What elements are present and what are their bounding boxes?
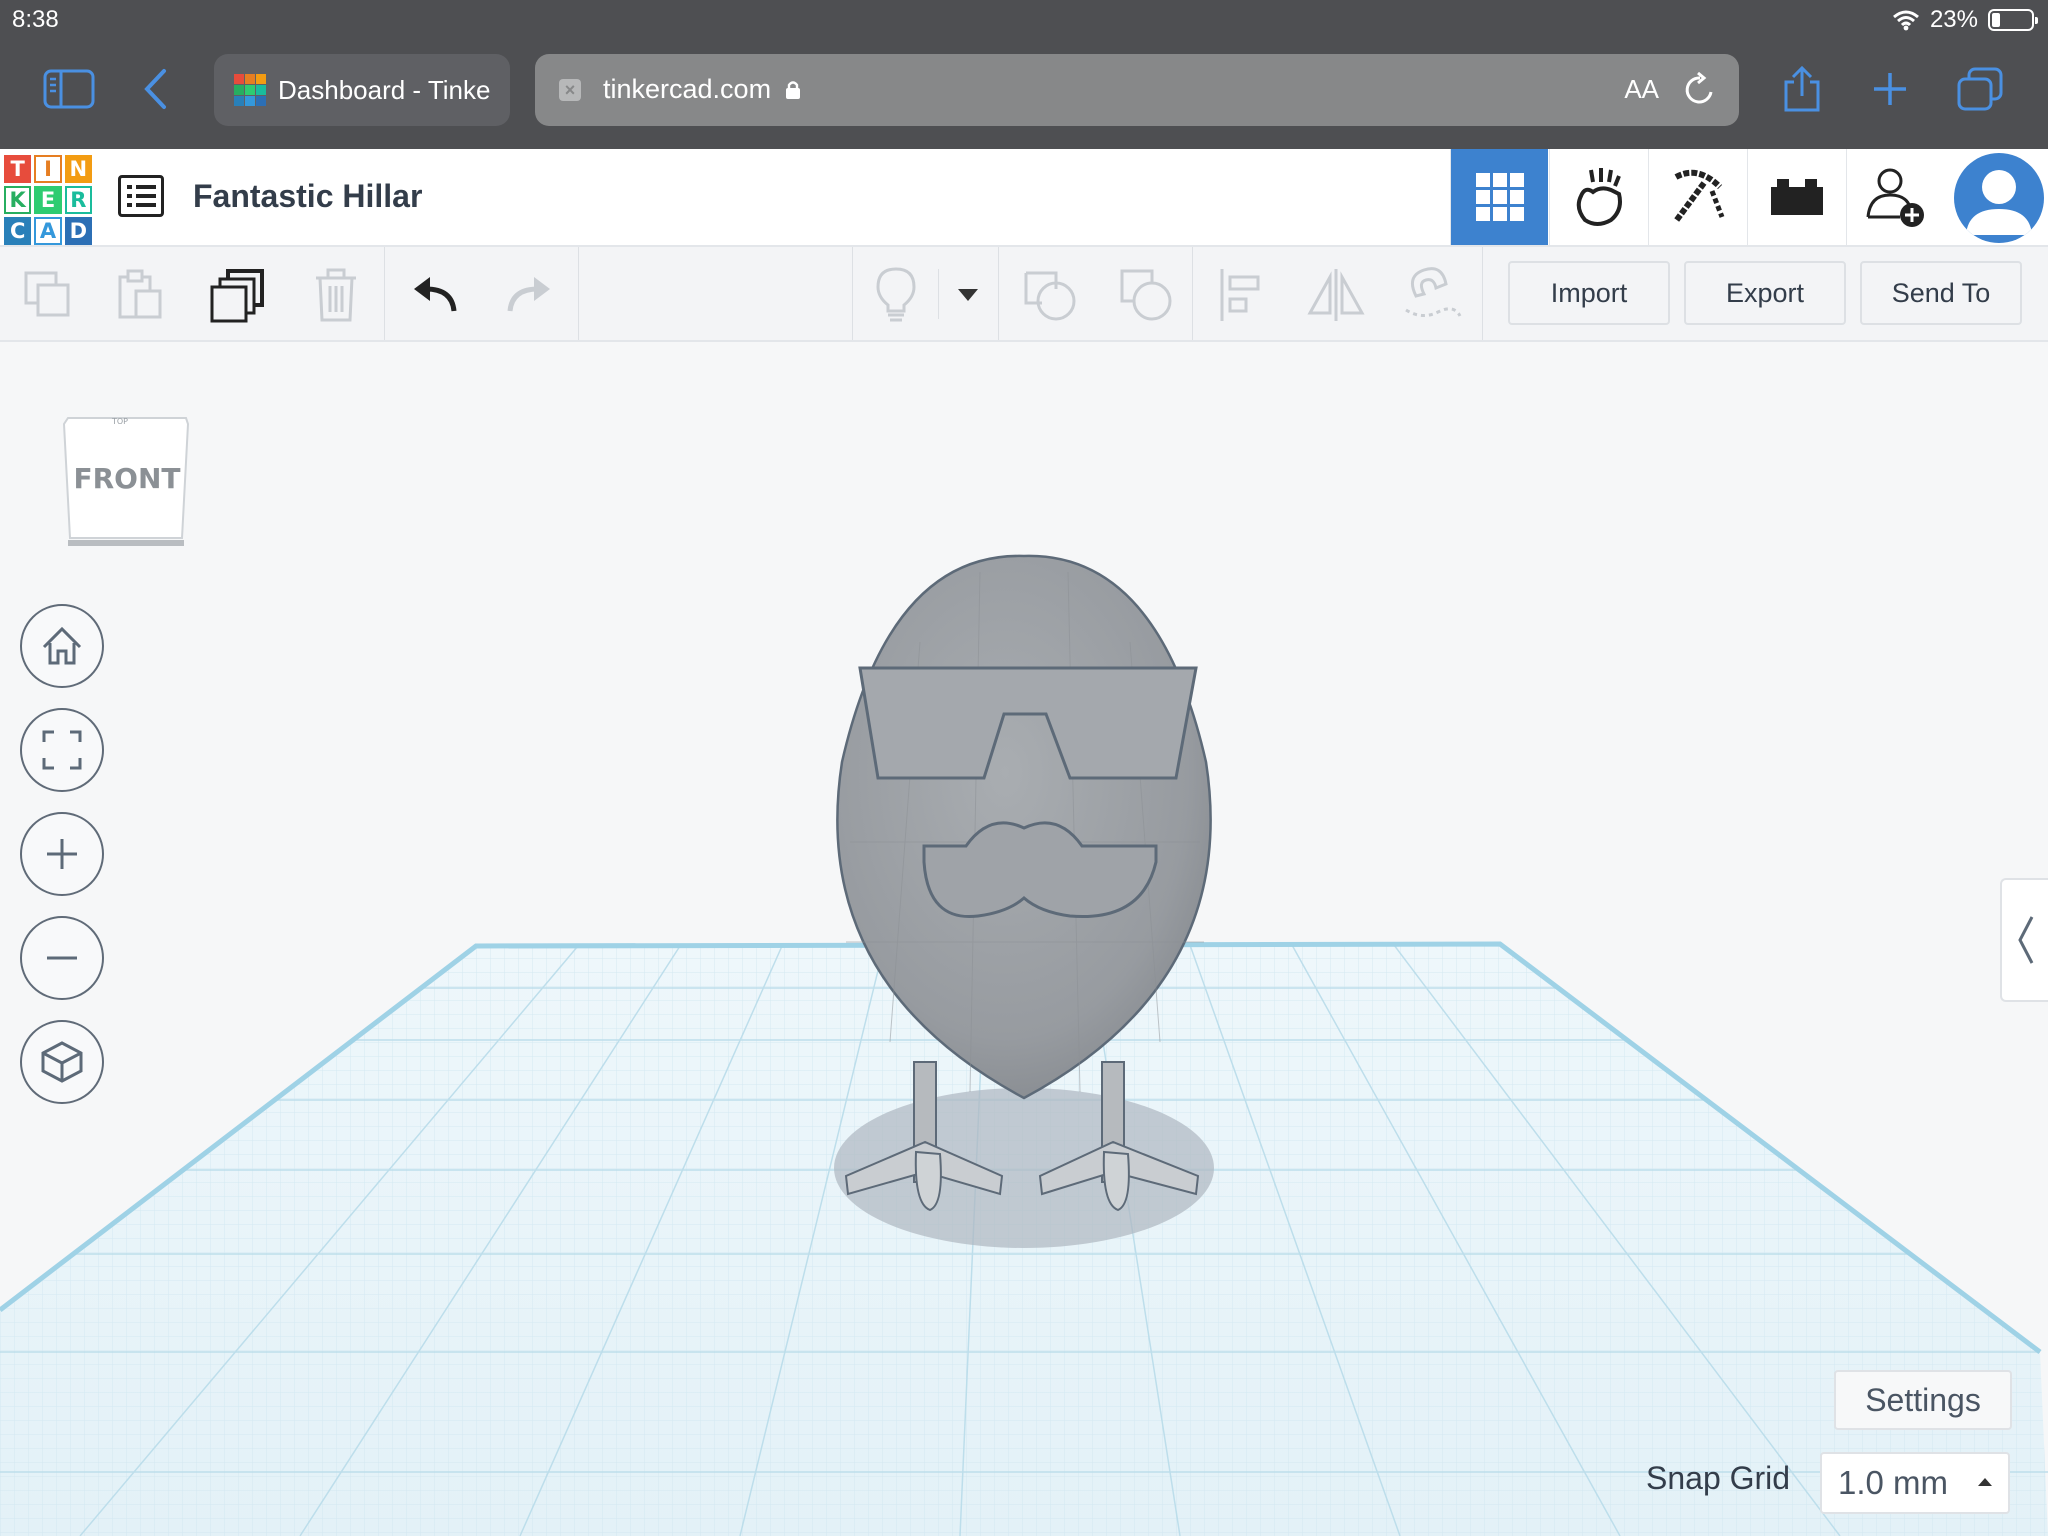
user-avatar-icon[interactable]	[1954, 153, 2044, 243]
lock-icon	[785, 81, 800, 99]
snap-grid-select[interactable]: 1.0 mm	[1820, 1452, 2010, 1514]
duplicate-icon[interactable]	[208, 265, 268, 325]
notes-dropdown-caret-icon[interactable]	[938, 265, 998, 325]
send-to-button[interactable]: Send To	[1860, 261, 2022, 325]
battery-icon	[1988, 9, 2038, 31]
zoom-out-button[interactable]	[20, 916, 104, 1000]
3d-design-grid-icon[interactable]	[1450, 149, 1548, 245]
workplane-scene	[0, 554, 2048, 1536]
snap-grid-value: 1.0 mm	[1838, 1464, 1949, 1501]
zoom-in-button[interactable]	[20, 812, 104, 896]
tinkercad-logo[interactable]: T I N K E R C A D	[4, 155, 92, 245]
app-header: T I N K E R C A D Fantastic Hillar	[0, 149, 2048, 247]
copy-icon[interactable]	[18, 265, 78, 325]
home-icon	[42, 626, 82, 665]
view-cube[interactable]: TOP FRONT	[62, 410, 192, 546]
home-view-button[interactable]	[20, 604, 104, 688]
logo-letter: T	[4, 155, 32, 183]
lego-brick-icon[interactable]	[1747, 149, 1845, 245]
collapse-panel-handle[interactable]	[2000, 878, 2048, 1002]
share-icon[interactable]	[1780, 66, 1824, 112]
status-time: 8:38	[12, 6, 59, 33]
settings-button[interactable]: Settings	[1834, 1370, 2012, 1430]
notes-lightbulb-icon[interactable]	[866, 265, 926, 325]
perspective-toggle-button[interactable]	[20, 1020, 104, 1104]
logo-letter: C	[4, 217, 32, 245]
logo-letter: K	[4, 186, 32, 214]
paste-icon[interactable]	[110, 265, 170, 325]
status-indicators: 23%	[1892, 6, 2038, 34]
snap-grid-label: Snap Grid	[1646, 1460, 1791, 1496]
logo-letter: E	[34, 186, 62, 214]
logo-letter: D	[64, 217, 92, 245]
align-icon[interactable]	[1212, 265, 1272, 325]
mirror-icon[interactable]	[1306, 265, 1366, 325]
minus-icon	[47, 956, 77, 960]
reload-icon[interactable]	[1683, 71, 1717, 115]
battery-percent: 23%	[1929, 6, 1978, 33]
trash-icon[interactable]	[306, 265, 366, 325]
project-title[interactable]: Fantastic Hillar	[193, 178, 422, 215]
logo-letter: N	[64, 155, 92, 183]
text-size-button[interactable]: AA	[1624, 74, 1659, 105]
close-tab-icon[interactable]: ×	[559, 79, 581, 101]
chevron-left-icon	[2018, 916, 2034, 964]
edit-toolbar: Import Export Send To	[0, 247, 2048, 342]
undo-icon[interactable]	[404, 265, 464, 325]
codeblocks-hand-icon[interactable]	[1549, 149, 1647, 245]
wifi-icon	[1892, 10, 1919, 31]
tab-title: Dashboard - Tinke	[278, 74, 491, 105]
design-list-icon[interactable]	[118, 175, 164, 217]
tabs-overview-icon[interactable]	[1956, 66, 2004, 112]
url-text: tinkercad.com	[603, 74, 801, 105]
back-chevron-icon[interactable]	[138, 66, 172, 112]
view-cube-face-label: FRONT	[73, 462, 181, 495]
caret-up-icon	[1978, 1478, 1992, 1486]
tinkercad-favicon-icon	[234, 74, 266, 106]
fit-view-button[interactable]	[20, 708, 104, 792]
redo-icon[interactable]	[500, 265, 560, 325]
workplane-viewport[interactable]: TOP FRONT Settings Snap Grid 1.0 mm	[0, 342, 2048, 1536]
logo-letter: R	[64, 186, 92, 214]
fit-all-icon	[42, 730, 82, 770]
svg-text:TOP: TOP	[111, 417, 128, 426]
address-bar[interactable]: × tinkercad.com AA	[535, 54, 1739, 126]
group-icon[interactable]	[1020, 265, 1080, 325]
new-tab-plus-icon[interactable]	[1870, 66, 1910, 112]
ungroup-icon[interactable]	[1116, 265, 1176, 325]
browser-tab[interactable]: Dashboard - Tinke	[214, 54, 510, 126]
plus-icon	[47, 839, 77, 869]
export-button[interactable]: Export	[1684, 261, 1846, 325]
sidebar-toggle-icon[interactable]	[42, 66, 96, 112]
minecraft-pickaxe-icon[interactable]	[1648, 149, 1746, 245]
safari-chrome: 8:38 23% Dashboard - Tinke × tinkercad.c…	[0, 0, 2048, 149]
import-button[interactable]: Import	[1508, 261, 1670, 325]
invite-user-icon[interactable]	[1846, 149, 1944, 245]
logo-letter: A	[34, 217, 62, 245]
cube-perspective-icon	[41, 1041, 83, 1083]
cruise-magnet-icon[interactable]	[1402, 265, 1462, 325]
logo-letter: I	[34, 155, 62, 183]
